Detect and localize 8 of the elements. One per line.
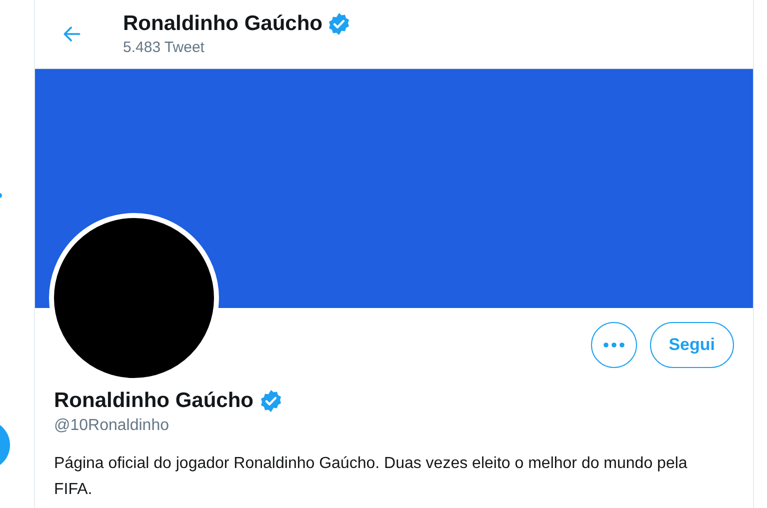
- more-button[interactable]: [590, 322, 637, 368]
- tweet-count: 5.483 Tweet: [123, 38, 206, 58]
- more-icon: [602, 342, 625, 348]
- profile-bio: Página oficial do jogador Ronaldinho Gaúcho. Duas vezes eleito o melhor do mundo pela FIFA.: [54, 454, 688, 500]
- profile-title: Ronaldinho Gaúcho: [123, 11, 322, 37]
- profile-name: Ronaldinho Gaúcho: [54, 388, 254, 414]
- profile-handle: @10Ronaldinho: [54, 416, 169, 436]
- follow-button[interactable]: Segui: [650, 322, 734, 368]
